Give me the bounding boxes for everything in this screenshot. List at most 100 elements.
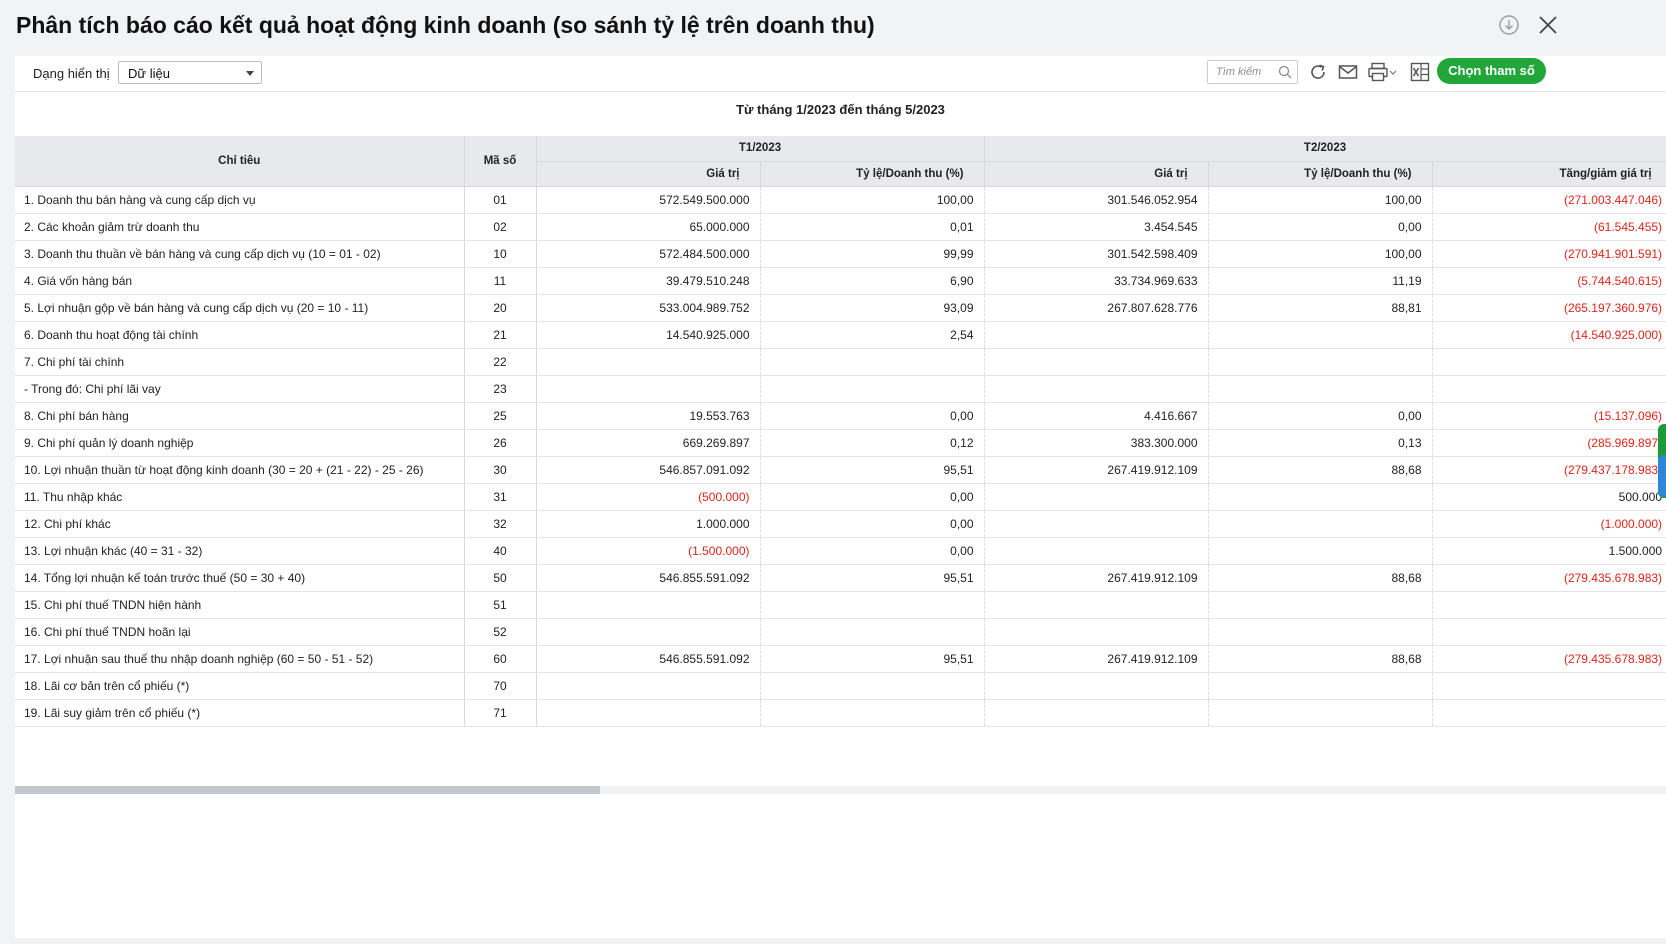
cell-code: 20 <box>464 294 537 322</box>
cell-value-p1: 19.553.763 <box>536 402 761 430</box>
cell-value-p2 <box>984 537 1209 565</box>
search-input[interactable] <box>1208 61 1274 83</box>
cell-code: 51 <box>464 591 537 619</box>
excel-icon[interactable] <box>1409 59 1431 85</box>
cell-ratio-p1: 95,51 <box>760 564 985 592</box>
cell-value-p2: 267.419.912.109 <box>984 564 1209 592</box>
download-icon[interactable] <box>1496 12 1522 38</box>
table-row[interactable]: 2. Các khoản giảm trừ doanh thu 02 65.000.… <box>15 213 1666 241</box>
cell-value-p1: 669.269.897 <box>536 429 761 457</box>
close-icon[interactable] <box>1535 12 1561 38</box>
cell-value-p1: 65.000.000 <box>536 213 761 241</box>
side-panel-handle[interactable] <box>1658 455 1666 497</box>
cell-ratio-p2: 0,13 <box>1208 429 1433 457</box>
header-ratio-p1[interactable]: Tỷ lệ/Doanh thu (%) <box>760 161 985 187</box>
table-row[interactable]: 13. Lợi nhuận khác (40 = 31 - 32) 40 (1.50… <box>15 537 1666 565</box>
table-row[interactable]: 12. Chi phí khác 32 1.000.000 0,00 (1.000.00… <box>15 510 1666 538</box>
cell-change: (14.540.925.000) <box>1432 321 1666 349</box>
cell-indicator: 16. Chi phí thuế TNDN hoãn lại <box>15 618 465 646</box>
table-row[interactable]: 4. Giá vốn hàng bán 11 39.479.510.248 6,90 3… <box>15 267 1666 295</box>
cell-indicator: 10. Lợi nhuận thuần từ hoạt động kinh do… <box>15 456 465 484</box>
header-change[interactable]: Tăng/giảm giá trị <box>1432 161 1666 187</box>
table-row[interactable]: 8. Chi phí bán hàng 25 19.553.763 0,00 4.416… <box>15 402 1666 430</box>
cell-indicator: 18. Lãi cơ bản trên cổ phiếu (*) <box>15 672 465 700</box>
cell-value-p1 <box>536 348 761 376</box>
cell-code: 52 <box>464 618 537 646</box>
table-row[interactable]: 14. Tổng lợi nhuận kế toán trước thuế (5… <box>15 564 1666 592</box>
cell-ratio-p2: 88,68 <box>1208 456 1433 484</box>
cell-value-p1: 14.540.925.000 <box>536 321 761 349</box>
table-row[interactable]: 6. Doanh thu hoạt động tài chính 21 14.540… <box>15 321 1666 349</box>
cell-value-p1: 572.484.500.000 <box>536 240 761 268</box>
print-icon[interactable] <box>1368 59 1398 85</box>
cell-code: 11 <box>464 267 537 295</box>
cell-change: (271.003.447.046) <box>1432 186 1666 214</box>
search-icon[interactable] <box>1278 65 1292 84</box>
cell-value-p1: 546.855.591.092 <box>536 645 761 673</box>
header-indicator[interactable]: Chỉ tiêu <box>15 136 465 187</box>
refresh-icon[interactable] <box>1307 59 1329 85</box>
cell-ratio-p2 <box>1208 510 1433 538</box>
search-box[interactable] <box>1207 60 1298 84</box>
report-table-body: 1. Doanh thu bán hàng và cung cấp dịch v… <box>15 186 1666 727</box>
cell-change <box>1432 348 1666 376</box>
cell-value-p1 <box>536 618 761 646</box>
header-ratio-p2[interactable]: Tỷ lệ/Doanh thu (%) <box>1208 161 1433 187</box>
header-value-p1[interactable]: Giá trị <box>536 161 761 187</box>
cell-value-p2 <box>984 321 1209 349</box>
cell-value-p2: 3.454.545 <box>984 213 1209 241</box>
cell-value-p2: 4.416.667 <box>984 402 1209 430</box>
cell-ratio-p2 <box>1208 348 1433 376</box>
cell-indicator: - Trong đó: Chi phí lãi vay <box>15 375 465 403</box>
choose-parameters-button[interactable]: Chọn tham số <box>1437 58 1546 84</box>
table-row[interactable]: 15. Chi phí thuế TNDN hiện hành 51 <box>15 591 1666 619</box>
table-row[interactable]: 9. Chi phí quản lý doanh nghiệp 26 669.269… <box>15 429 1666 457</box>
table-row[interactable]: 16. Chi phí thuế TNDN hoãn lại 52 <box>15 618 1666 646</box>
cell-value-p2 <box>984 510 1209 538</box>
table-row[interactable]: 11. Thu nhập khác 31 (500.000) 0,00 500.000 <box>15 483 1666 511</box>
cell-value-p2: 267.807.628.776 <box>984 294 1209 322</box>
cell-ratio-p2: 0,00 <box>1208 213 1433 241</box>
scrollbar-thumb[interactable] <box>15 786 600 794</box>
cell-ratio-p1: 0,00 <box>760 537 985 565</box>
toolbar: Dạng hiển thị Dữ liệu Chọn tham số <box>15 56 1666 92</box>
table-row[interactable]: 5. Lợi nhuận gộp về bán hàng và cung cấp… <box>15 294 1666 322</box>
cell-ratio-p1 <box>760 348 985 376</box>
cell-ratio-p1: 95,51 <box>760 645 985 673</box>
cell-ratio-p1: 0,00 <box>760 402 985 430</box>
cell-ratio-p1: 0,01 <box>760 213 985 241</box>
table-row[interactable]: - Trong đó: Chi phí lãi vay 23 <box>15 375 1666 403</box>
cell-ratio-p1: 100,00 <box>760 186 985 214</box>
cell-indicator: 1. Doanh thu bán hàng và cung cấp dịch v… <box>15 186 465 214</box>
cell-indicator: 14. Tổng lợi nhuận kế toán trước thuế (5… <box>15 564 465 592</box>
table-row[interactable]: 7. Chi phí tài chính 22 <box>15 348 1666 376</box>
view-mode-select[interactable]: Dữ liệu <box>118 61 262 84</box>
cell-ratio-p2 <box>1208 321 1433 349</box>
cell-code: 31 <box>464 483 537 511</box>
table-row[interactable]: 10. Lợi nhuận thuần từ hoạt động kinh do… <box>15 456 1666 484</box>
cell-indicator: 5. Lợi nhuận gộp về bán hàng và cung cấp… <box>15 294 465 322</box>
cell-value-p2: 301.546.052.954 <box>984 186 1209 214</box>
table-row[interactable]: 3. Doanh thu thuần về bán hàng và cung c… <box>15 240 1666 268</box>
header-value-p2[interactable]: Giá trị <box>984 161 1209 187</box>
cell-ratio-p2: 100,00 <box>1208 240 1433 268</box>
cell-code: 71 <box>464 699 537 727</box>
cell-ratio-p2: 88,81 <box>1208 294 1433 322</box>
cell-change <box>1432 591 1666 619</box>
cell-ratio-p2: 88,68 <box>1208 645 1433 673</box>
horizontal-scrollbar[interactable] <box>15 786 1666 794</box>
cell-indicator: 17. Lợi nhuận sau thuế thu nhập doanh ng… <box>15 645 465 673</box>
cell-ratio-p1: 0,00 <box>760 510 985 538</box>
table-row[interactable]: 1. Doanh thu bán hàng và cung cấp dịch v… <box>15 186 1666 214</box>
table-row[interactable]: 17. Lợi nhuận sau thuế thu nhập doanh ng… <box>15 645 1666 673</box>
table-row[interactable]: 19. Lãi suy giảm trên cổ phiếu (*) 71 <box>15 699 1666 727</box>
header-code[interactable]: Mã số <box>464 136 537 187</box>
table-row[interactable]: 18. Lãi cơ bản trên cổ phiếu (*) 70 <box>15 672 1666 700</box>
cell-change: 500.000 <box>1432 483 1666 511</box>
cell-change: (61.545.455) <box>1432 213 1666 241</box>
cell-value-p1 <box>536 375 761 403</box>
cell-indicator: 12. Chi phí khác <box>15 510 465 538</box>
cell-code: 40 <box>464 537 537 565</box>
cell-ratio-p2: 88,68 <box>1208 564 1433 592</box>
mail-icon[interactable] <box>1337 59 1359 85</box>
